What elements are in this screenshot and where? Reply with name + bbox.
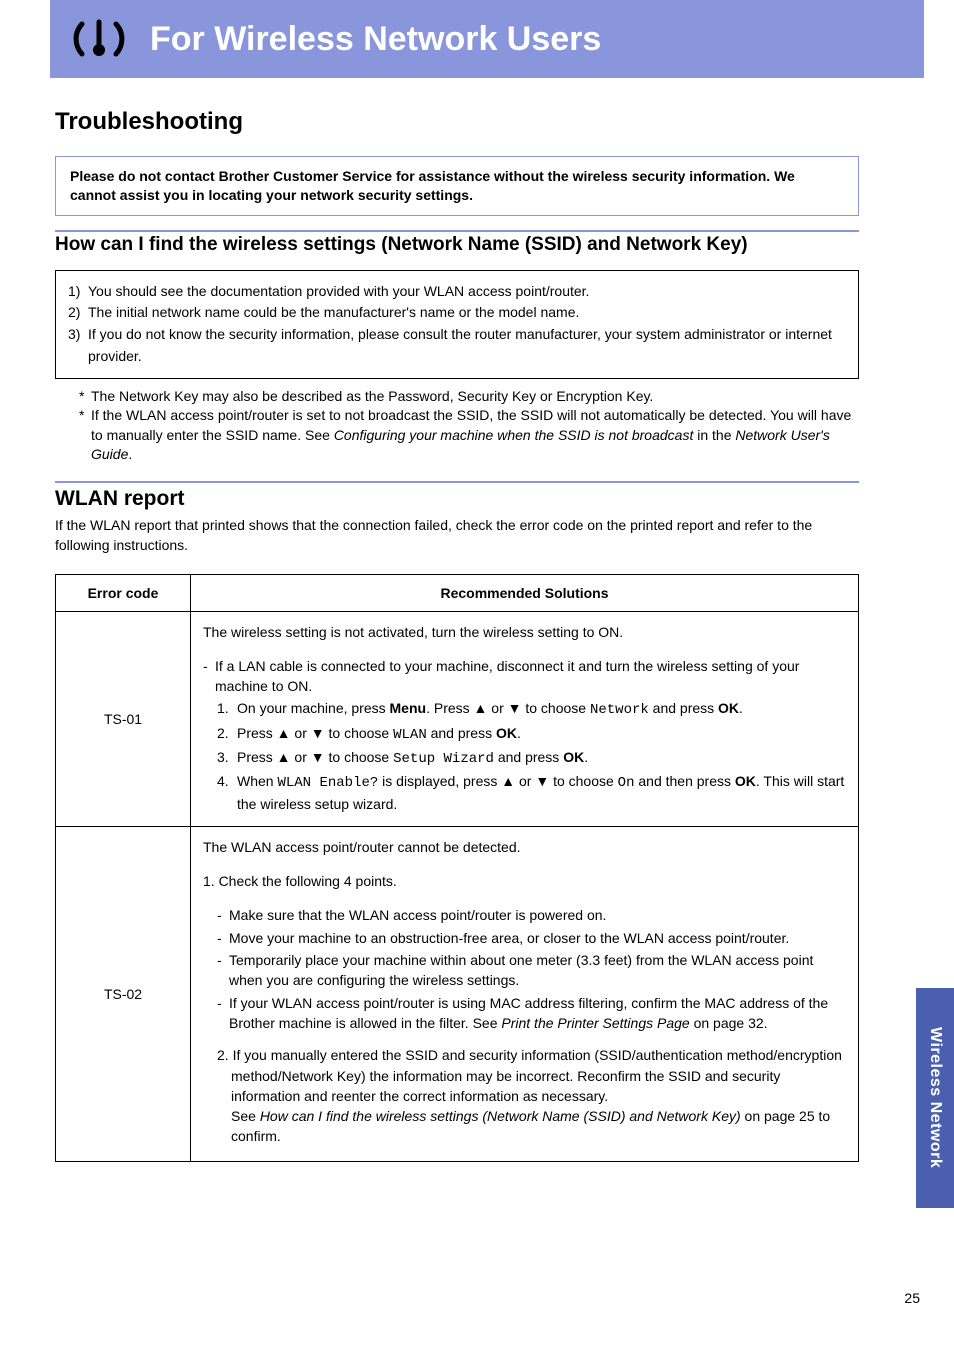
h2-wlan-report: WLAN report bbox=[55, 481, 859, 511]
th-error-code: Error code bbox=[56, 574, 191, 611]
step-text: If you do not know the security informat… bbox=[88, 324, 846, 367]
notice-box: Please do not contact Brother Customer S… bbox=[55, 156, 859, 216]
side-tab: Wireless Network bbox=[916, 988, 954, 1208]
banner: For Wireless Network Users bbox=[50, 0, 924, 78]
h1-troubleshooting: Troubleshooting bbox=[55, 108, 859, 136]
footnotes: *The Network Key may also be described a… bbox=[55, 387, 859, 465]
wlan-intro: If the WLAN report that printed shows th… bbox=[55, 515, 859, 556]
wireless-icon bbox=[60, 11, 138, 67]
step-num: 2) bbox=[68, 302, 88, 324]
footnote: The Network Key may also be described as… bbox=[91, 387, 859, 407]
th-solutions: Recommended Solutions bbox=[191, 574, 859, 611]
solution-cell: The WLAN access point/router cannot be d… bbox=[191, 826, 859, 1161]
error-code: TS-01 bbox=[56, 611, 191, 826]
error-code: TS-02 bbox=[56, 826, 191, 1161]
step-num: 1) bbox=[68, 281, 88, 303]
h2-find-settings: How can I find the wireless settings (Ne… bbox=[55, 230, 859, 260]
footnote: If the WLAN access point/router is set t… bbox=[91, 406, 859, 465]
step-text: The initial network name could be the ma… bbox=[88, 302, 579, 324]
page-number: 25 bbox=[904, 1290, 920, 1306]
step-num: 3) bbox=[68, 324, 88, 367]
page-content: Troubleshooting Please do not contact Br… bbox=[0, 78, 954, 1162]
banner-title: For Wireless Network Users bbox=[150, 20, 601, 59]
steps-box: 1)You should see the documentation provi… bbox=[55, 270, 859, 379]
solution-cell: The wireless setting is not activated, t… bbox=[191, 611, 859, 826]
step-text: You should see the documentation provide… bbox=[88, 281, 589, 303]
error-table: Error code Recommended Solutions TS-01 T… bbox=[55, 574, 859, 1162]
table-row: TS-02 The WLAN access point/router canno… bbox=[56, 826, 859, 1161]
table-row: TS-01 The wireless setting is not activa… bbox=[56, 611, 859, 826]
